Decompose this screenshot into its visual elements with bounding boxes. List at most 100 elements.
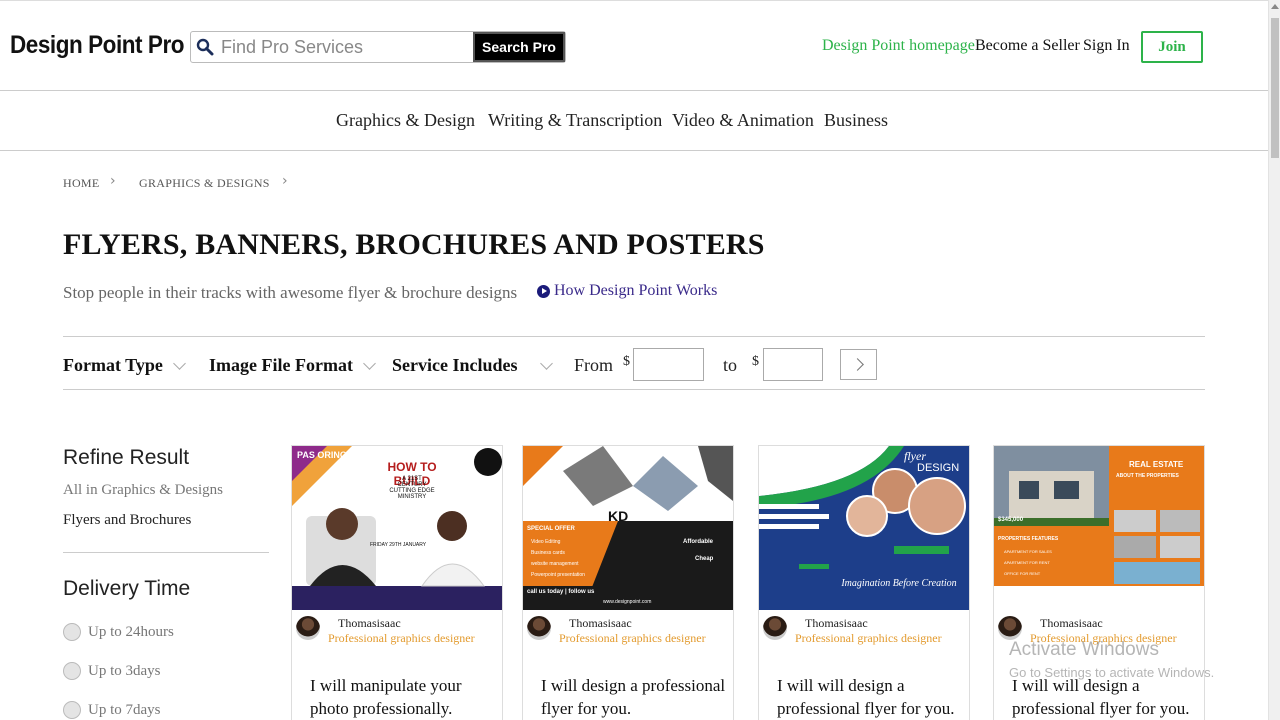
currency-symbol: $ bbox=[623, 354, 630, 369]
avatar[interactable] bbox=[296, 616, 320, 640]
sign-in-link[interactable]: Sign In bbox=[1083, 37, 1130, 55]
gig-card[interactable]: PAS ORINO HOW TO BUILD A 21ST CENTURY CU… bbox=[291, 445, 503, 720]
from-label: From bbox=[574, 355, 614, 375]
seller-role: Professional graphics designer bbox=[795, 631, 942, 645]
thumb-text: website management bbox=[531, 561, 579, 567]
chevron-right-icon bbox=[850, 358, 864, 371]
thumb-text: Powerpoint presentation bbox=[531, 572, 585, 578]
category-nav: Graphics & Design Writing & Transcriptio… bbox=[0, 92, 1268, 151]
site-logo[interactable]: Design Point Pro bbox=[10, 31, 185, 60]
scroll-up-icon[interactable] bbox=[1271, 4, 1279, 9]
avatar[interactable] bbox=[527, 616, 551, 640]
avatar[interactable] bbox=[998, 616, 1022, 640]
thumb-text: call us today | follow us bbox=[527, 589, 595, 595]
delivery-option-24h[interactable]: Up to 24hours bbox=[63, 623, 174, 641]
flyers-brochures-link[interactable]: Flyers and Brochures bbox=[63, 512, 191, 529]
gig-thumbnail[interactable]: PAS ORINO HOW TO BUILD A 21ST CENTURY CU… bbox=[292, 446, 502, 610]
service-includes-dropdown[interactable]: Service Includes bbox=[392, 355, 553, 376]
sidebar-divider bbox=[63, 552, 269, 553]
chevron-right-icon: › bbox=[282, 173, 288, 189]
radio-button[interactable] bbox=[63, 701, 81, 719]
how-it-works-link[interactable]: How Design Point Works bbox=[537, 282, 717, 300]
category-video-animation[interactable]: Video & Animation bbox=[672, 110, 814, 131]
delivery-label: Up to 7days bbox=[88, 701, 161, 718]
activation-watermark-text: Go to Settings to activate Windows. bbox=[1009, 665, 1215, 680]
page-scrollbar[interactable] bbox=[1268, 0, 1280, 720]
delivery-label: Up to 3days bbox=[88, 662, 161, 679]
min-price-input[interactable] bbox=[633, 348, 704, 381]
filter-bar: Format Type Image File Format Service In… bbox=[63, 336, 1205, 390]
gig-title[interactable]: I will design a professional flyer for y… bbox=[533, 674, 728, 720]
delivery-label: Up to 24hours bbox=[88, 623, 174, 640]
seller-name[interactable]: Thomasisaac bbox=[569, 616, 706, 631]
thumb-text: Imagination Before Creation bbox=[841, 578, 957, 589]
chevron-down-icon bbox=[363, 357, 376, 370]
join-button[interactable]: Join bbox=[1141, 31, 1203, 63]
refine-heading: Refine Result bbox=[63, 446, 190, 469]
seller-role: Professional graphics designer bbox=[559, 631, 706, 645]
activation-watermark-title: Activate Windows bbox=[1009, 639, 1159, 660]
seller-info: Thomasisaac Professional graphics design… bbox=[763, 616, 942, 646]
gig-thumbnail[interactable]: REAL ESTATE ABOUT THE PROPERTIES $345,00… bbox=[994, 446, 1204, 610]
thumb-text: Video Editing bbox=[531, 539, 561, 545]
gig-thumbnail[interactable]: flyer DESIGN Imagination Before Creation bbox=[759, 446, 969, 610]
search-button[interactable]: Search Pro bbox=[473, 32, 565, 62]
delivery-option-7d[interactable]: Up to 7days bbox=[63, 701, 161, 719]
thumb-text: APARTMENT FOR RENT bbox=[1004, 560, 1050, 565]
thumb-text: Cheap bbox=[695, 556, 714, 562]
gig-card[interactable]: flyer DESIGN Imagination Before Creation… bbox=[758, 445, 970, 720]
play-icon bbox=[537, 284, 550, 298]
gig-thumbnail[interactable]: KD SPECIAL OFFER Video Editing Business … bbox=[523, 446, 733, 610]
max-price-input[interactable] bbox=[763, 348, 823, 381]
site-header: Design Point Pro Search Pro Design Point… bbox=[0, 0, 1268, 91]
to-label: to bbox=[723, 355, 738, 375]
currency-symbol: $ bbox=[752, 354, 759, 369]
seller-name[interactable]: Thomasisaac bbox=[805, 616, 942, 631]
thumb-text: FRIDAY 29TH JANUARY bbox=[370, 542, 427, 548]
thumb-text: $345,000 bbox=[998, 517, 1024, 523]
service-includes-label: Service Includes bbox=[392, 355, 518, 375]
thumb-text: OFFICE FOR RENT bbox=[1004, 571, 1041, 576]
thumb-text: SPECIAL OFFER bbox=[527, 526, 575, 532]
category-writing-transcription[interactable]: Writing & Transcription bbox=[488, 110, 662, 131]
category-graphics-design[interactable]: Graphics & Design bbox=[336, 110, 475, 131]
search-input[interactable] bbox=[219, 32, 473, 62]
seller-name[interactable]: Thomasisaac bbox=[1040, 616, 1177, 631]
apply-price-button[interactable] bbox=[840, 349, 877, 380]
all-graphics-link[interactable]: All in Graphics & Designs bbox=[63, 482, 223, 499]
thumb-text: KD bbox=[608, 508, 629, 524]
page-title: FLYERS, BANNERS, BROCHURES AND POSTERS bbox=[63, 228, 765, 261]
radio-button[interactable] bbox=[63, 662, 81, 680]
thumb-text: A 21ST CENTURY CUTTING EDGE MINISTRY bbox=[389, 476, 435, 500]
image-file-format-dropdown[interactable]: Image File Format bbox=[209, 355, 376, 376]
radio-button[interactable] bbox=[63, 623, 81, 641]
seller-role: Professional graphics designer bbox=[328, 631, 475, 645]
become-seller-link[interactable]: Become a Seller bbox=[975, 37, 1080, 55]
search-icon bbox=[191, 32, 219, 62]
gig-title[interactable]: I will manipulate your photo professiona… bbox=[302, 674, 497, 720]
avatar[interactable] bbox=[763, 616, 787, 640]
chevron-down-icon bbox=[539, 357, 553, 370]
thumb-text: REAL ESTATE bbox=[1129, 460, 1184, 469]
image-file-format-label: Image File Format bbox=[209, 355, 353, 375]
scroll-thumb[interactable] bbox=[1271, 18, 1279, 158]
delivery-option-3d[interactable]: Up to 3days bbox=[63, 662, 161, 680]
seller-info: Thomasisaac Professional graphics design… bbox=[296, 616, 475, 646]
delivery-heading: Delivery Time bbox=[63, 577, 191, 600]
format-type-dropdown[interactable]: Format Type bbox=[63, 355, 186, 376]
homepage-link[interactable]: Design Point homepage bbox=[822, 37, 975, 55]
how-it-works-label: How Design Point Works bbox=[554, 282, 718, 299]
gig-title[interactable]: I will will design a professional flyer … bbox=[1004, 674, 1199, 720]
breadcrumb-home[interactable]: HOME bbox=[63, 176, 100, 191]
gig-title[interactable]: I will will design a professional flyer … bbox=[769, 674, 964, 720]
category-business[interactable]: Business bbox=[824, 110, 888, 131]
chevron-down-icon bbox=[172, 357, 186, 370]
format-type-label: Format Type bbox=[63, 355, 163, 375]
thumb-text: Affordable bbox=[683, 539, 713, 545]
thumb-text: ABOUT THE PROPERTIES bbox=[1116, 473, 1179, 479]
breadcrumb-graphics[interactable]: GRAPHICS & DESIGNS bbox=[139, 176, 270, 191]
seller-name[interactable]: Thomasisaac bbox=[338, 616, 475, 631]
gig-card[interactable]: KD SPECIAL OFFER Video Editing Business … bbox=[522, 445, 734, 720]
thumb-text: Business cards bbox=[531, 550, 565, 556]
thumb-text: APARTMENT FOR SALES bbox=[1004, 549, 1052, 554]
